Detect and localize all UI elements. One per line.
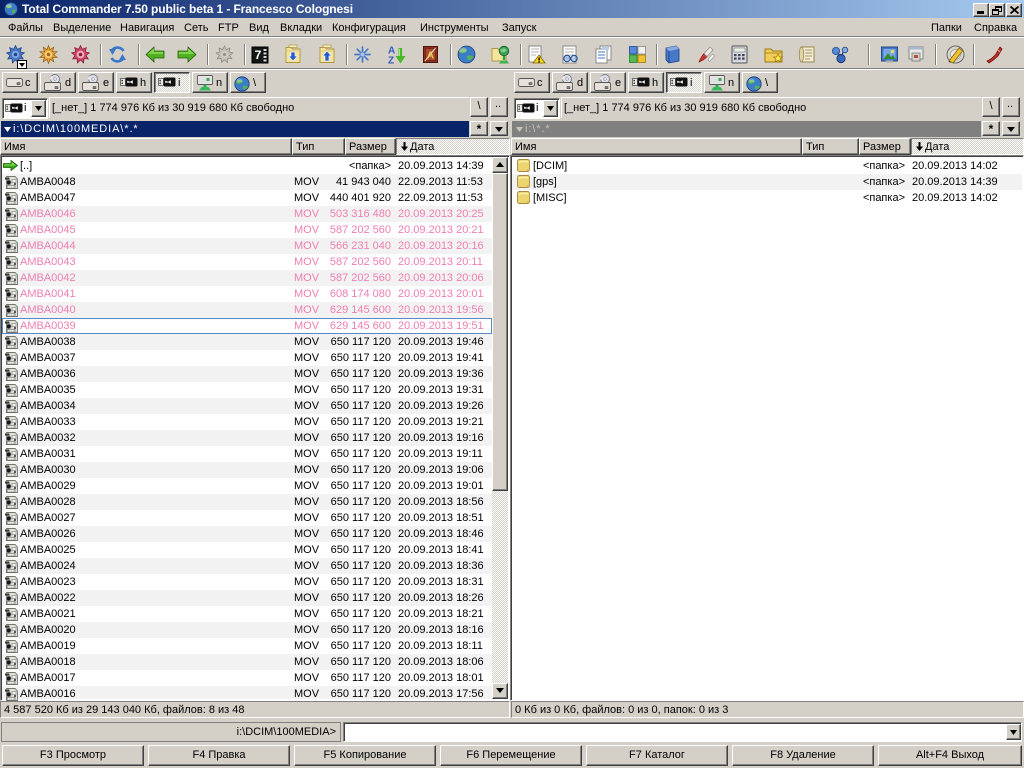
svg-text:Z: Z — [388, 56, 394, 66]
svg-text:7: 7 — [255, 48, 262, 62]
svg-text:A: A — [427, 51, 434, 62]
